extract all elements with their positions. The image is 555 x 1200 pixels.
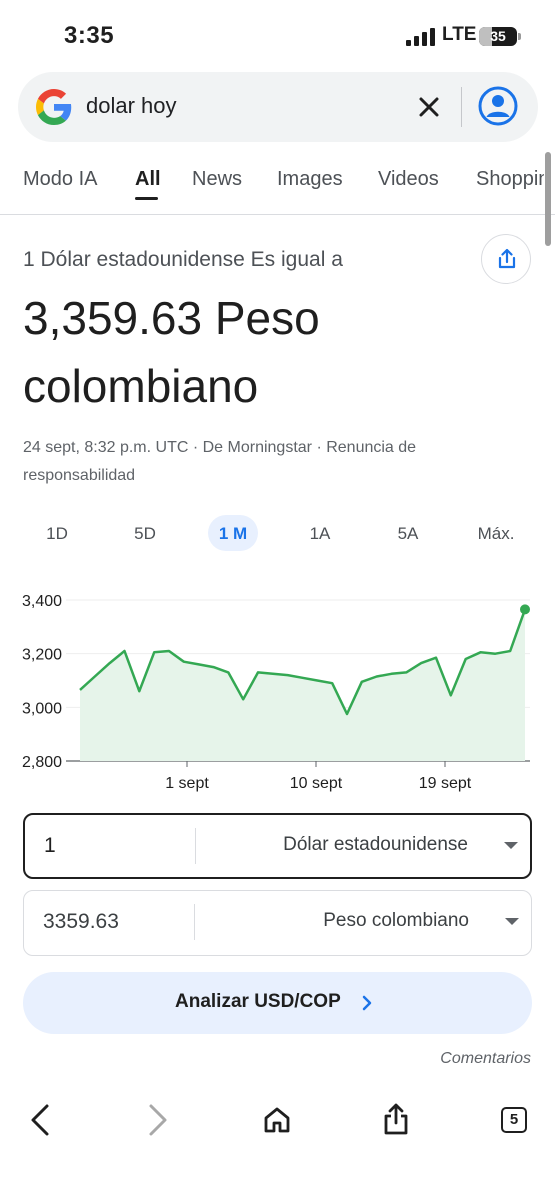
chart-area [80,609,525,761]
tab-all[interactable]: All [135,168,161,191]
dropdown-arrow-icon[interactable] [504,842,518,849]
tab-shopping[interactable]: Shopping [476,168,544,191]
exchange-rate-chart[interactable]: 3,400 3,200 3,000 2,800 1 sept 10 sept 19 sep… [0,580,555,800]
analyze-label: Analizar USD/COP [175,991,341,1012]
chart-y-tick-label: 3,200 [22,647,62,664]
result-value: 3,359.63 Peso colombiano [23,292,320,412]
to-amount-input[interactable]: 3359.63 [43,910,119,934]
chevron-right-icon [362,995,372,1011]
battery-level: 35 [490,28,506,44]
signal-strength-icon [406,28,435,46]
dropdown-arrow-icon[interactable] [505,918,519,925]
home-icon[interactable] [262,1105,292,1135]
range-max[interactable]: Máx. [472,524,520,544]
range-5d[interactable]: 5D [124,524,166,544]
from-currency-box[interactable]: 1 Dólar estadounidense [23,813,532,879]
battery-cap [518,33,521,40]
tab-modo-ia[interactable]: Modo IA [23,168,97,191]
back-icon[interactable] [28,1103,52,1137]
chart-x-tick-label: 19 sept [419,775,472,792]
close-icon[interactable] [416,94,442,120]
analyze-button[interactable]: Analizar USD/COP [23,972,532,1034]
status-time: 3:35 [64,22,115,49]
tab-news[interactable]: News [192,168,242,191]
range-1d[interactable]: 1D [36,524,78,544]
active-tab-indicator [135,197,158,200]
account-icon[interactable] [478,86,518,126]
battery-icon: 35 [479,27,517,46]
tab-videos[interactable]: Videos [378,168,439,191]
range-5a[interactable]: 5A [387,524,429,544]
tabs-count-button[interactable]: 5 [501,1107,527,1133]
range-1a[interactable]: 1A [299,524,341,544]
carrier-label: LTE [442,24,477,45]
forward-icon[interactable] [146,1103,170,1137]
browser-toolbar [0,1085,555,1200]
share-icon[interactable] [382,1102,410,1136]
range-1m[interactable]: 1 M [208,524,258,544]
google-logo-icon [36,89,72,125]
from-divider [195,828,196,864]
chart-x-tick-label: 1 sept [165,775,209,792]
chart-y-tick-label: 3,000 [22,700,62,717]
to-divider [194,904,195,940]
to-currency-box[interactable]: 3359.63 Peso colombiano [23,890,532,956]
search-input[interactable]: dolar hoy [86,93,177,119]
from-currency-select[interactable]: Dólar estadounidense [283,834,468,856]
share-button[interactable] [481,234,531,284]
source-info: 24 sept, 8:32 p.m. UTC · De Morningstar … [23,439,417,484]
chart-x-tick-label: 10 sept [290,775,343,792]
chart-y-tick-label: 3,400 [22,593,62,610]
tabs-divider [0,214,555,215]
feedback-link[interactable]: Comentarios [440,1050,531,1068]
tab-images[interactable]: Images [277,168,343,191]
to-currency-select[interactable]: Peso colombiano [323,910,469,932]
conversion-label: 1 Dólar estadounidense Es igual a [23,248,343,271]
search-divider [461,87,462,127]
chart-y-tick-label: 2,800 [22,754,62,771]
from-amount-input[interactable]: 1 [44,834,56,858]
chart-last-point [520,604,530,615]
scrollbar[interactable] [545,152,551,246]
share-icon [498,248,516,269]
